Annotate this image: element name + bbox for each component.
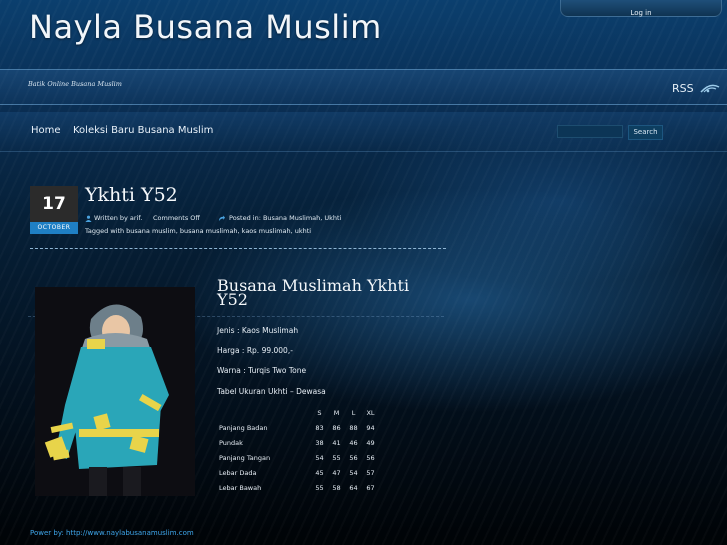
size-header-s: S: [317, 408, 322, 417]
size-table-title: Tabel Ukuran Ukhti – Dewasa: [217, 387, 326, 396]
row-label: Lebar Dada: [219, 468, 257, 477]
field-jenis: Jenis : Kaos Muslimah: [217, 326, 299, 335]
nav-item-koleksi-baru[interactable]: Koleksi Baru Busana Muslim: [73, 125, 213, 136]
table-cell: 83: [315, 423, 324, 432]
table-cell: 55: [332, 453, 341, 462]
table-cell: 64: [349, 483, 358, 492]
footer-powered-by-link[interactable]: Power by: http://www.naylabusanamuslim.c…: [30, 529, 194, 537]
content-title: Busana Muslimah Ykhti Y52: [217, 276, 410, 309]
table-cell: 46: [349, 438, 358, 447]
size-header-m: M: [333, 408, 340, 417]
model-figure-illustration: [35, 287, 195, 496]
post-comments[interactable]: Comments Off: [153, 214, 200, 222]
table-cell: 56: [366, 453, 375, 462]
site-title[interactable]: Nayla Busana Muslim: [29, 8, 382, 46]
table-cell: 41: [332, 438, 341, 447]
row-label: Panjang Badan: [219, 423, 268, 432]
row-label: Panjang Tangan: [219, 453, 271, 462]
search-input[interactable]: [557, 125, 623, 138]
post-date-day: 17: [30, 186, 78, 222]
header-divider-bottom: [0, 104, 727, 105]
post-author[interactable]: Written by arif.: [94, 214, 142, 222]
field-harga: Harga : Rp. 99.000,-: [217, 346, 293, 355]
table-cell: 58: [332, 483, 341, 492]
post-categories[interactable]: Posted in: Busana Muslimah, Ukhti: [229, 214, 341, 222]
top-login-tab: Log in: [560, 0, 722, 17]
post-date-badge: 17 OCTOBER: [30, 186, 78, 236]
table-cell: 38: [315, 438, 324, 447]
table-row: Lebar Dada 45 47 54 57: [216, 465, 379, 480]
category-arrow-icon: [218, 215, 225, 222]
field-warna: Warna : Turqis Two Tone: [217, 366, 307, 375]
table-cell: 57: [366, 468, 375, 477]
row-label: Pundak: [219, 438, 243, 447]
table-cell: 47: [332, 468, 341, 477]
table-cell: 56: [349, 453, 358, 462]
table-cell: 55: [315, 483, 324, 492]
nav-divider: [0, 151, 727, 152]
size-header-l: L: [351, 408, 356, 417]
site-tagline: Batik Online Busana Muslim: [28, 80, 122, 88]
row-label: Lebar Bawah: [219, 483, 262, 492]
rss-icon[interactable]: [700, 81, 720, 93]
table-cell: 67: [366, 483, 375, 492]
size-table-header: S M L XL: [216, 405, 379, 420]
table-cell: 49: [366, 438, 375, 447]
rss-link[interactable]: RSS: [672, 82, 694, 95]
table-cell: 45: [315, 468, 324, 477]
table-cell: 54: [349, 468, 358, 477]
table-row: Panjang Badan 83 86 88 94: [216, 420, 379, 435]
table-row: Pundak 38 41 46 49: [216, 435, 379, 450]
size-table: S M L XL Panjang Badan 83 86 88 94 Punda…: [216, 405, 379, 495]
search-button[interactable]: Search: [628, 125, 663, 140]
post-date-month: OCTOBER: [30, 222, 78, 234]
post-tags[interactable]: Tagged with busana muslim, busana muslim…: [85, 227, 311, 235]
table-cell: 54: [315, 453, 324, 462]
table-row: Lebar Bawah 55 58 64 67: [216, 480, 379, 495]
author-icon: [85, 215, 92, 222]
size-table-corner: [216, 405, 311, 420]
table-cell: 94: [366, 423, 375, 432]
product-photo[interactable]: [35, 287, 195, 496]
login-link[interactable]: Log in: [630, 9, 651, 17]
table-cell: 88: [349, 423, 358, 432]
nav-item-home[interactable]: Home: [31, 125, 61, 136]
size-header-xl: XL: [366, 408, 375, 417]
table-cell: 86: [332, 423, 341, 432]
post-title[interactable]: Ykhti Y52: [85, 184, 178, 206]
table-row: Panjang Tangan 54 55 56 56: [216, 450, 379, 465]
post-header-divider: [30, 248, 446, 249]
